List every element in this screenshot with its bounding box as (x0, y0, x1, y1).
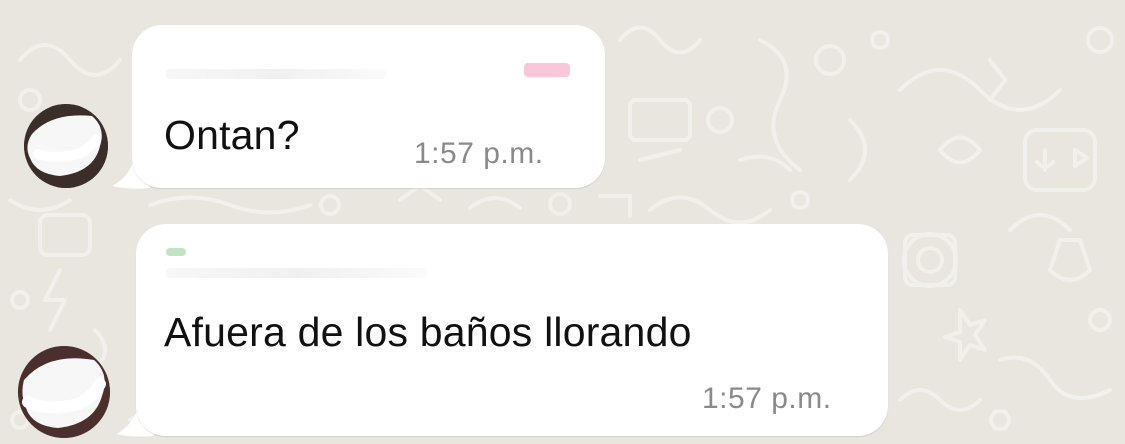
message-text: Ontan? (164, 112, 300, 158)
message-timestamp: 1:57 p.m. (702, 382, 832, 415)
message-bubble[interactable]: Afuera de los baños llorando 1:57 p.m. (136, 224, 888, 436)
message-timestamp: 1:57 p.m. (414, 137, 544, 170)
sender-avatar[interactable] (18, 346, 110, 438)
sender-name-redacted (166, 268, 426, 278)
message-text: Afuera de los baños llorando (164, 309, 692, 355)
avatar-redaction (18, 346, 110, 438)
message-bubble[interactable]: Ontan? 1:57 p.m. (132, 25, 605, 188)
sender-avatar[interactable] (24, 104, 108, 188)
avatar-redaction (24, 104, 108, 188)
sender-name-color-mark (524, 63, 570, 77)
sender-name-redacted (166, 69, 386, 79)
sender-name-color-mark (166, 248, 186, 256)
